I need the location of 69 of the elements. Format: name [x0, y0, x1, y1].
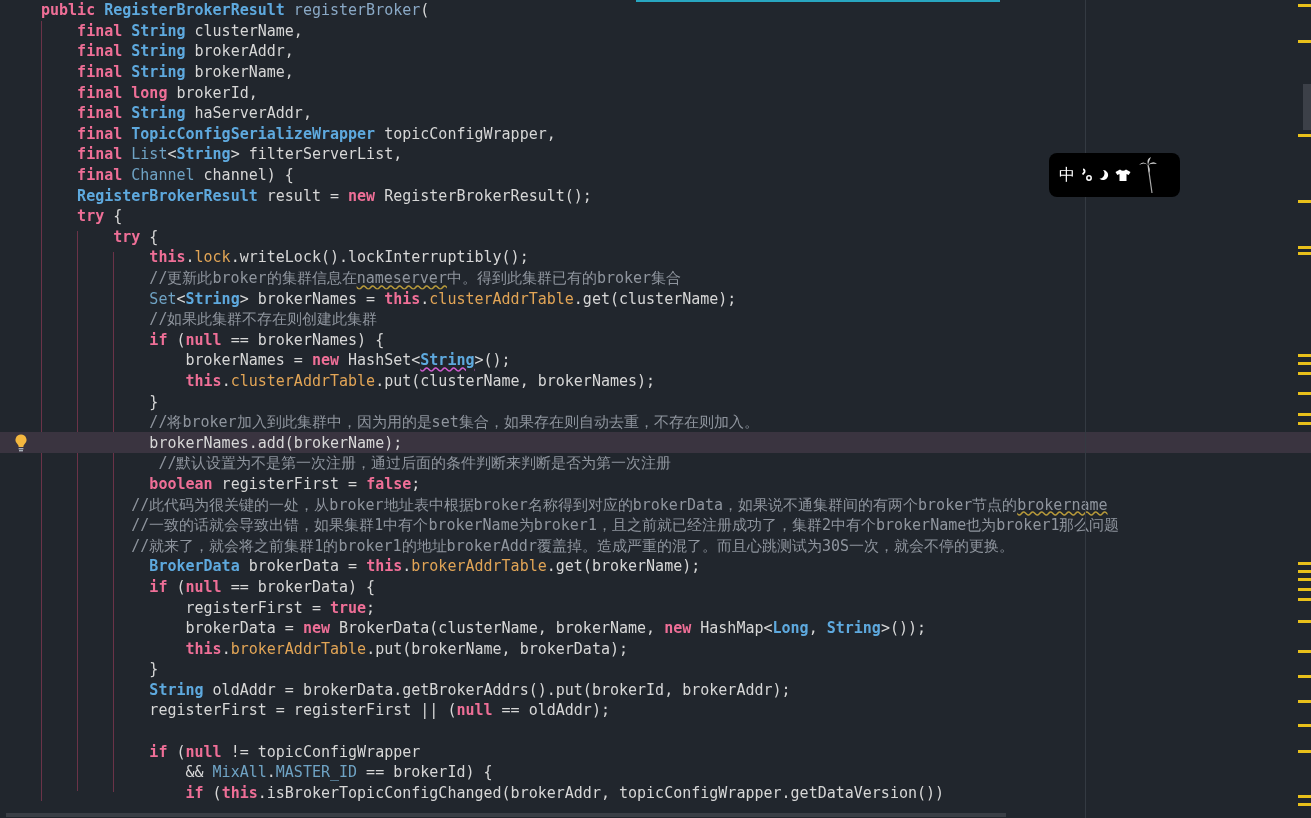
- code-line: && MixAll.MASTER_ID == brokerId) {: [184, 762, 493, 783]
- code-line: final Channel channel) {: [76, 165, 294, 186]
- code-line: //默认设置为不是第一次注册，通过后面的条件判断来判断是否为第一次注册: [157, 453, 672, 474]
- code-editor[interactable]: [0, 0, 1311, 818]
- code-line: //更新此broker的集群信息在nameserver中。得到此集群已有的broker集合: [148, 268, 682, 288]
- code-line: BrokerData brokerData = this.brokerAddrTable.get(brokerName);: [148, 556, 701, 577]
- code-line: final String haServerAddr,: [76, 103, 312, 124]
- code-line: registerFirst = registerFirst || (null == oldAddr);: [148, 700, 610, 721]
- error-stripe-mark[interactable]: [1298, 750, 1311, 753]
- code-line: final long brokerId,: [76, 82, 258, 103]
- error-stripe-mark[interactable]: [1298, 562, 1311, 565]
- error-stripe-mark[interactable]: [1298, 372, 1311, 375]
- code-line: this.clusterAddrTable.put(clusterName, brokerNames);: [184, 371, 656, 391]
- code-line: RegisterBrokerResult result = new RegisterBrokerResult();: [76, 185, 592, 206]
- code-line: brokerData = new BrokerData(clusterName, brokerName, new HashMap<Long, String>());: [184, 618, 927, 639]
- code-line: String oldAddr = brokerData.getBrokerAddrs().put(brokerId, brokerAddr);: [148, 679, 791, 700]
- code-line: this.brokerAddrTable.put(brokerName, brokerData);: [184, 638, 629, 659]
- code-line: //就来了，就会将之前集群1的broker1的地址brokerAddr覆盖掉。造成严重的混了。而且心跳测试为30S一次，就会不停的更换。: [130, 535, 1014, 556]
- error-stripe-mark[interactable]: [1298, 4, 1311, 7]
- code-line: if (this.isBrokerTopicConfigChanged(brokerAddr, topicConfigWrapper.getDataVersion()): [184, 782, 945, 803]
- scrollbar-thumb[interactable]: [1303, 84, 1311, 130]
- code-line: Set<String> brokerNames = this.clusterAddrTable.get(clusterName);: [148, 288, 737, 309]
- lightbulb-icon[interactable]: [14, 433, 27, 452]
- error-stripe-mark[interactable]: [1298, 650, 1311, 653]
- punctuation-icon[interactable]: [1081, 168, 1093, 182]
- error-stripe-mark[interactable]: [1298, 200, 1311, 203]
- code-line: final String brokerAddr,: [76, 41, 294, 62]
- error-stripe-mark[interactable]: [1298, 578, 1311, 581]
- error-stripe-mark[interactable]: [1298, 362, 1311, 365]
- input-mode-label[interactable]: 中: [1059, 164, 1075, 186]
- code-line: //如果此集群不存在则创建此集群: [148, 309, 378, 330]
- error-stripe-mark[interactable]: [1298, 620, 1311, 623]
- code-line: if (null == brokerData) {: [148, 576, 376, 597]
- code-line: }: [148, 659, 159, 680]
- error-stripe-mark[interactable]: [1298, 422, 1311, 425]
- code-line: final String clusterName,: [76, 20, 303, 41]
- code-line: if (null != topicConfigWrapper: [148, 741, 421, 762]
- error-stripe-mark[interactable]: [1298, 675, 1311, 678]
- error-stripe-mark[interactable]: [1298, 803, 1311, 806]
- error-stripe-mark[interactable]: [1298, 134, 1311, 137]
- code-line: public RegisterBrokerResult registerBroker(: [41, 0, 430, 21]
- error-stripe-mark[interactable]: [1298, 598, 1311, 601]
- code-line: boolean registerFirst = false;: [148, 473, 421, 494]
- code-line: brokerNames.add(brokerName);: [148, 432, 403, 453]
- code-line: final String brokerName,: [76, 62, 294, 83]
- code-line: final TopicConfigSerializeWrapper topicConfigWrapper,: [76, 123, 556, 144]
- code-line: if (null == brokerNames) {: [148, 329, 385, 350]
- code-line: registerFirst = true;: [184, 597, 376, 618]
- code-line: }: [148, 391, 159, 412]
- moon-icon[interactable]: [1099, 169, 1109, 181]
- shirt-icon[interactable]: [1115, 169, 1131, 181]
- code-line: //此代码为很关键的一处，从broker地址表中根据broker名称得到对应的brokerData，如果说不通集群间的有两个broker节点的brokername: [130, 494, 1108, 515]
- error-stripe-mark[interactable]: [1298, 354, 1311, 357]
- code-line: final List<String> filterServerList,: [76, 144, 403, 165]
- error-stripe-mark[interactable]: [1298, 795, 1311, 798]
- code-line: this.lock.writeLock().lockInterruptibly();: [148, 247, 529, 268]
- error-stripe-mark[interactable]: [1298, 40, 1311, 43]
- error-stripe-mark[interactable]: [1298, 570, 1311, 573]
- error-stripe-mark[interactable]: [1298, 252, 1311, 255]
- code-line: brokerNames = new HashSet<String>();: [184, 350, 511, 371]
- error-stripe-mark[interactable]: [1298, 700, 1311, 703]
- error-stripe-mark[interactable]: [1298, 392, 1311, 395]
- error-stripe-mark[interactable]: [1298, 246, 1311, 249]
- code-line: //将broker加入到此集群中，因为用的是set集合，如果存在则自动去重，不存在则加入。: [148, 412, 759, 433]
- error-stripe-mark[interactable]: [1298, 413, 1311, 416]
- code-line: try {: [76, 206, 123, 227]
- code-line: try {: [112, 226, 159, 247]
- error-stripe-mark[interactable]: [1298, 588, 1311, 591]
- error-stripe-mark[interactable]: [1298, 724, 1311, 727]
